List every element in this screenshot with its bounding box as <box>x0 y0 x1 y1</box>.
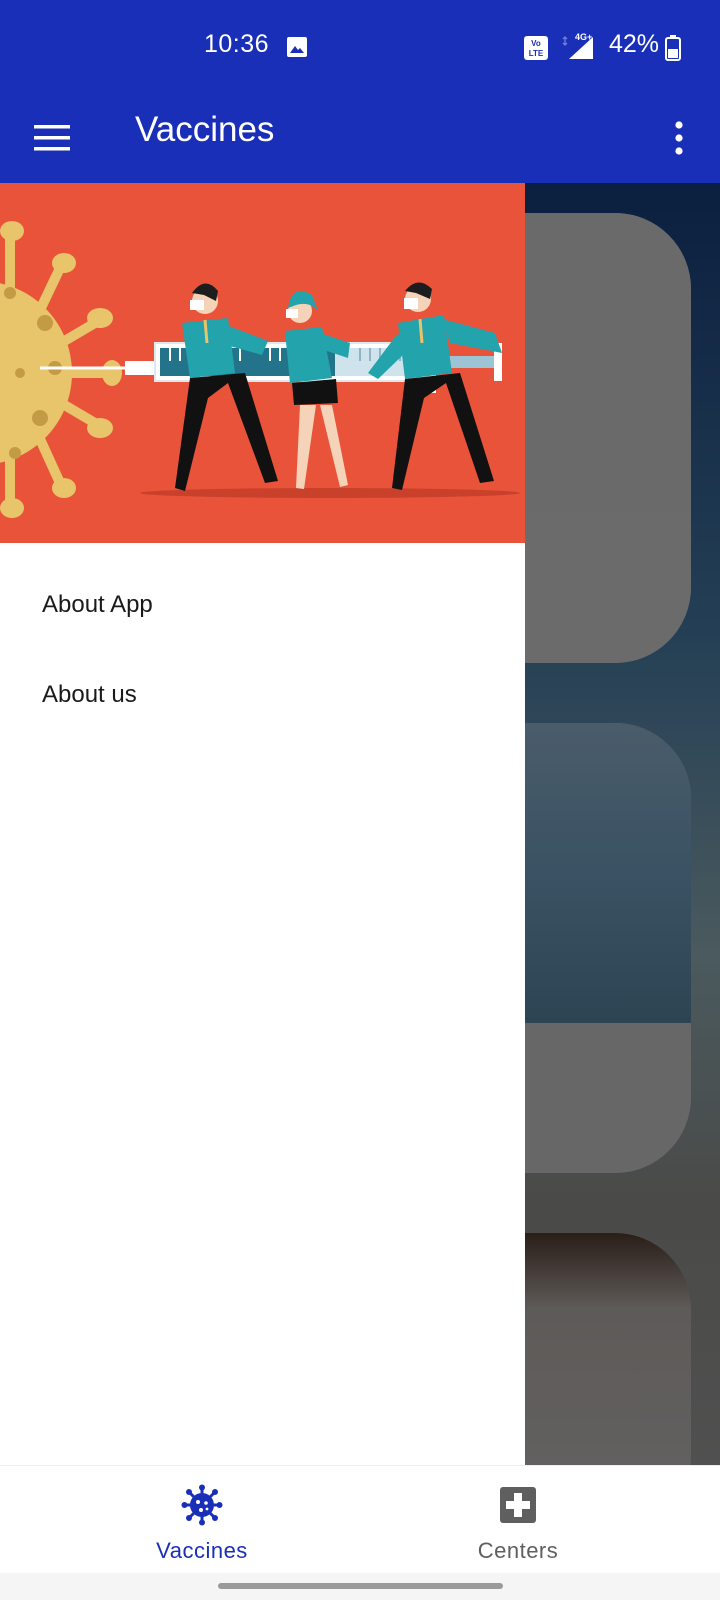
vaccine-list-background <box>525 183 720 1465</box>
person-illustration <box>368 282 502 490</box>
bottom-navigation: Vaccines Centers <box>0 1465 720 1573</box>
drawer-item-about-us[interactable]: About us <box>42 681 137 709</box>
hamburger-menu-button[interactable] <box>26 112 78 164</box>
person-illustration <box>285 291 350 489</box>
battery-percent: 42% <box>609 30 660 58</box>
battery-icon <box>665 35 681 66</box>
more-vert-icon <box>675 121 683 155</box>
vaccine-card[interactable] <box>525 723 691 1173</box>
overflow-menu-button[interactable] <box>664 112 694 164</box>
gallery-notification-icon <box>286 36 308 63</box>
bottom-nav-label: Centers <box>477 1538 559 1563</box>
status-bar: 10:36 Vo LTE 4G+ 42% <box>0 0 720 92</box>
vaccine-card[interactable] <box>525 213 691 663</box>
hamburger-menu-icon <box>34 125 70 151</box>
status-time: 10:36 <box>204 30 270 58</box>
volte-icon: Vo LTE <box>523 35 549 66</box>
svg-text:LTE: LTE <box>529 49 544 58</box>
home-gesture-bar[interactable] <box>218 1583 503 1589</box>
svg-text:Vo: Vo <box>531 39 541 48</box>
page-title: Vaccines <box>135 110 275 149</box>
signal-4g-icon: 4G+ <box>561 31 595 66</box>
medical-cross-icon <box>497 1484 539 1526</box>
virus-icon <box>181 1484 223 1526</box>
drawer-item-about-app[interactable]: About App <box>42 591 153 619</box>
bottom-nav-centers[interactable]: Centers <box>338 1466 698 1574</box>
navigation-drawer: About App About us <box>0 183 525 1465</box>
system-gesture-area <box>0 1573 720 1600</box>
person-illustration <box>175 283 278 491</box>
bottom-nav-vaccines[interactable]: Vaccines <box>22 1466 382 1574</box>
bottom-nav-label: Vaccines <box>156 1538 248 1563</box>
drawer-header-illustration <box>0 183 525 543</box>
vaccine-card[interactable] <box>525 1233 691 1465</box>
app-bar: Vaccines <box>0 92 720 183</box>
